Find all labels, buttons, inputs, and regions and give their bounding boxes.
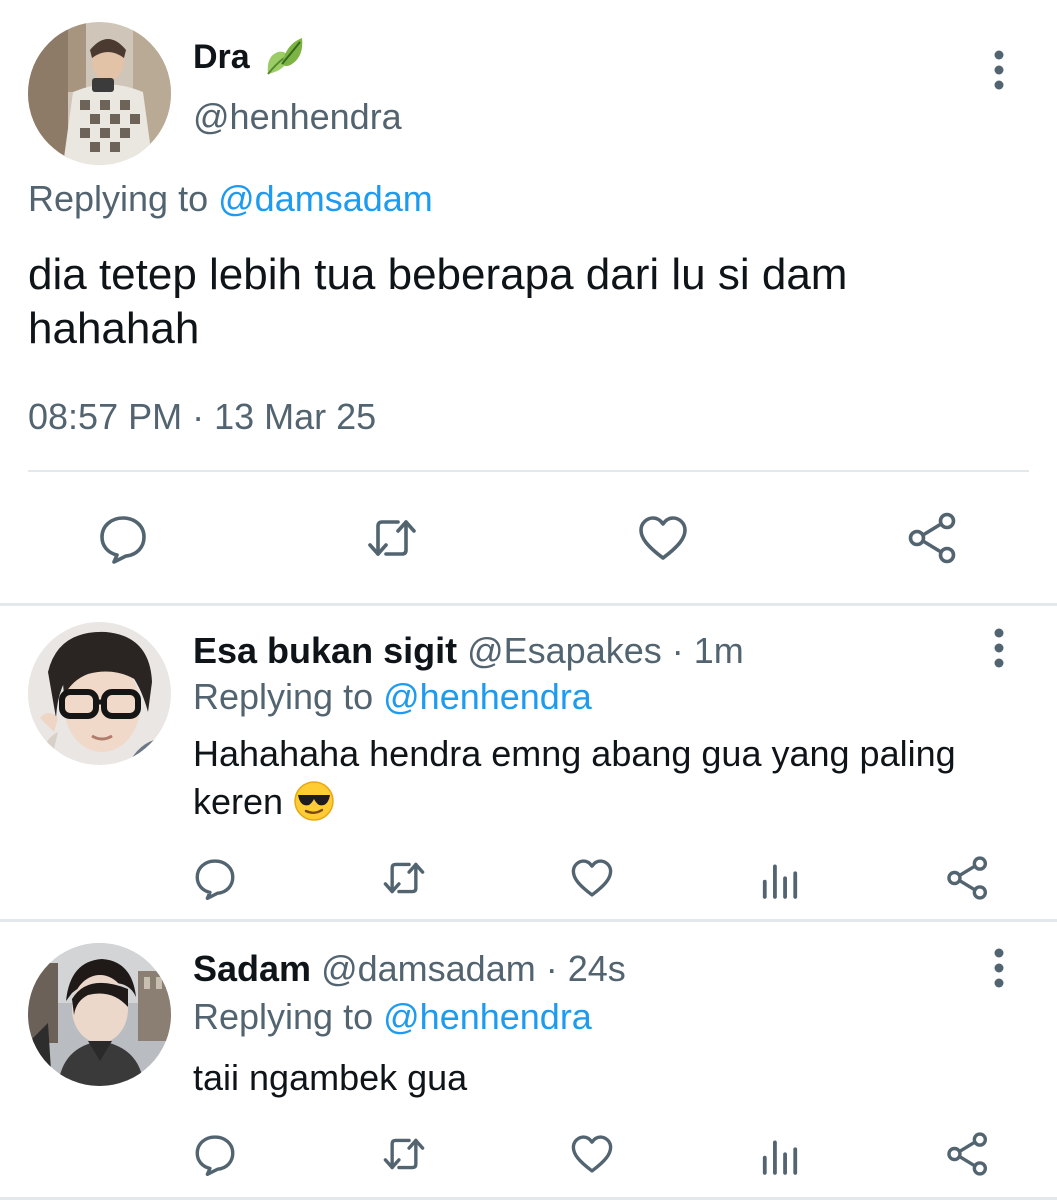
author-name[interactable]: Sadam	[193, 948, 311, 989]
more-options-icon[interactable]	[993, 628, 1005, 668]
tweet-time[interactable]: · 24s	[536, 948, 626, 989]
replying-mention-link[interactable]: @damsadam	[218, 178, 433, 219]
replying-mention-link[interactable]: @henhendra	[383, 676, 592, 717]
avatar-image	[28, 622, 171, 765]
share-icon[interactable]	[907, 512, 959, 564]
avatar[interactable]	[28, 622, 171, 765]
replying-prefix: Replying to	[28, 178, 209, 219]
tweet-text: taii ngambek gua	[193, 1057, 468, 1098]
avatar[interactable]	[28, 943, 171, 1086]
like-icon[interactable]	[570, 1132, 614, 1176]
reply-icon[interactable]	[193, 856, 237, 900]
reply-icon[interactable]	[193, 1132, 237, 1176]
replying-to: Replying to @damsadam	[28, 178, 433, 220]
sunglasses-emoji-icon	[293, 780, 335, 822]
author-name[interactable]: Esa bukan sigit	[193, 630, 457, 671]
retweet-icon[interactable]	[382, 856, 426, 900]
avatar-image	[28, 22, 171, 165]
reply-icon[interactable]	[97, 512, 149, 564]
avatar-image	[28, 943, 171, 1086]
divider	[28, 470, 1029, 472]
tweet-text: dia tetep lebih tua beberapa dari lu si …	[28, 250, 848, 353]
analytics-icon[interactable]	[758, 1134, 802, 1178]
tweet-time[interactable]: · 1m	[662, 630, 744, 671]
replying-mention-link[interactable]: @henhendra	[383, 996, 592, 1037]
leaf-icon	[262, 34, 306, 80]
retweet-icon[interactable]	[382, 1132, 426, 1176]
replying-to: Replying to @henhendra	[193, 996, 592, 1038]
more-options-icon[interactable]	[993, 948, 1005, 988]
more-options-icon[interactable]	[993, 50, 1005, 90]
author-handle[interactable]: @damsadam	[321, 948, 536, 989]
tweet-text: Hahahaha hendra emng abang gua yang pali…	[193, 730, 1023, 826]
replying-prefix: Replying to	[193, 676, 374, 717]
reply-tweet[interactable]: Sadam @damsadam · 24s Replying to @henhe…	[0, 922, 1057, 1200]
avatar[interactable]	[28, 22, 171, 165]
reply-tweet[interactable]: Esa bukan sigit @Esapakes · 1m Replying …	[0, 606, 1057, 920]
share-icon[interactable]	[946, 856, 990, 900]
reply-header: Esa bukan sigit @Esapakes · 1m	[193, 630, 744, 672]
author-name[interactable]: Dra	[193, 38, 250, 77]
author-handle[interactable]: @henhendra	[193, 96, 402, 138]
replying-to: Replying to @henhendra	[193, 676, 592, 718]
replying-prefix: Replying to	[193, 996, 374, 1037]
tweet-timestamp[interactable]: 08:57 PM · 13 Mar 25	[28, 396, 376, 438]
author-handle[interactable]: @Esapakes	[467, 630, 662, 671]
like-icon[interactable]	[570, 856, 614, 900]
share-icon[interactable]	[946, 1132, 990, 1176]
retweet-icon[interactable]	[366, 512, 418, 564]
main-tweet: Dra @henhendra Replying to @damsadam dia…	[0, 0, 1057, 604]
like-icon[interactable]	[637, 512, 689, 564]
reply-header: Sadam @damsadam · 24s	[193, 948, 626, 990]
analytics-icon[interactable]	[758, 858, 802, 902]
